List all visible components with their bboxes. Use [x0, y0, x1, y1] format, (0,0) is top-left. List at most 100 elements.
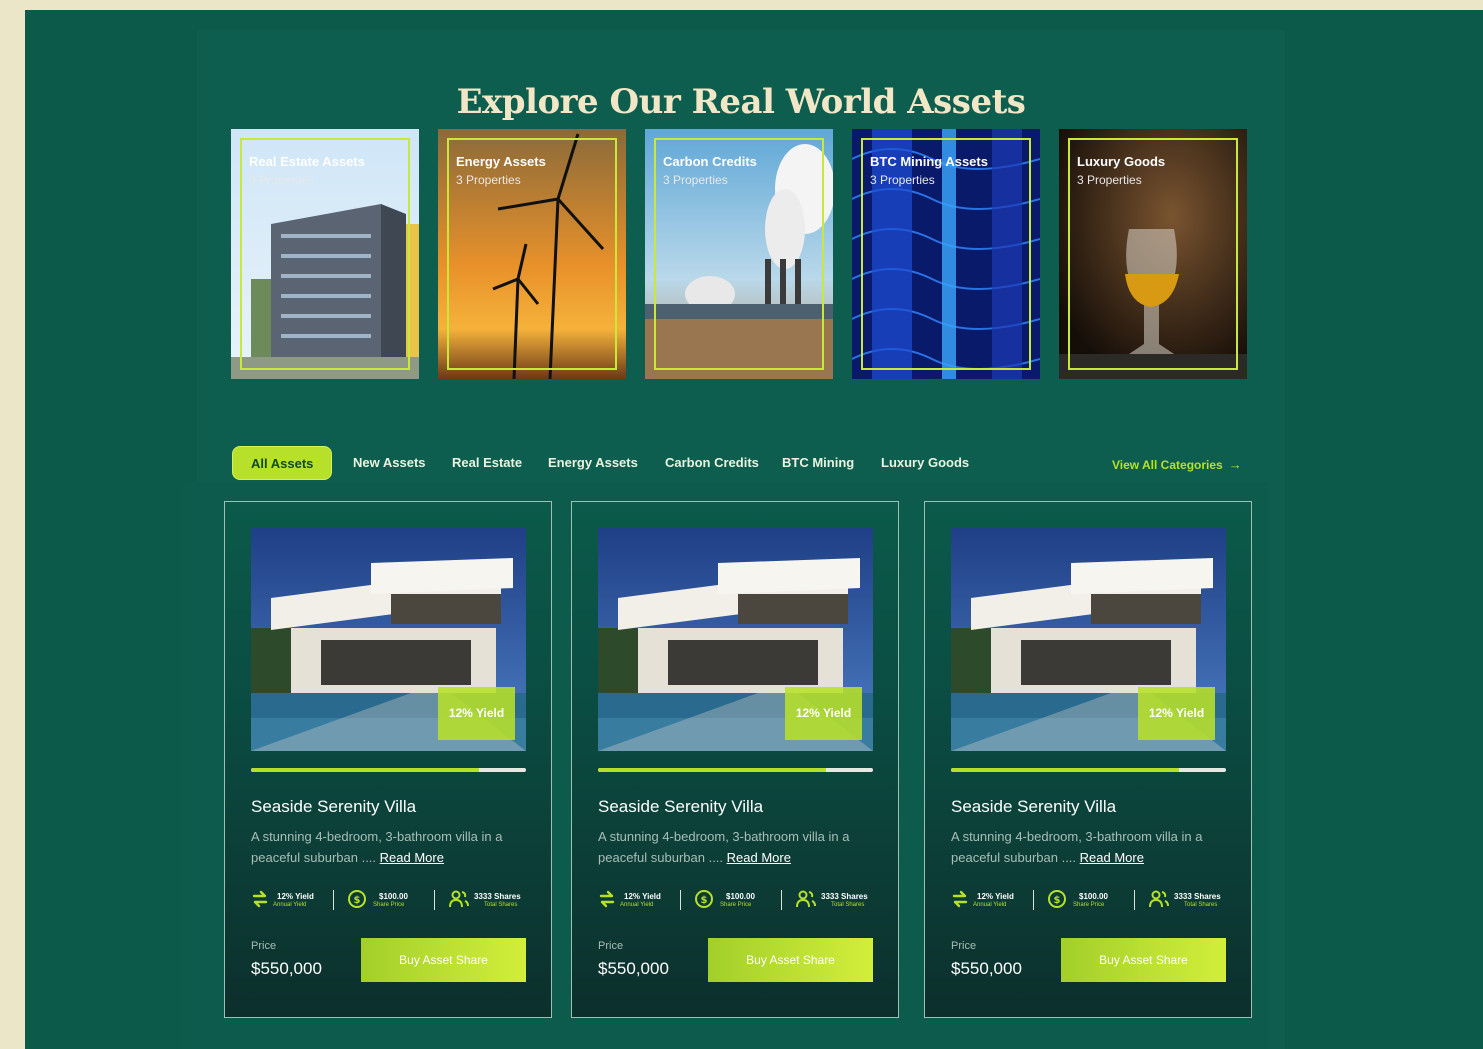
villa-photo: 12% Yield — [251, 528, 526, 751]
category-tile-energy[interactable]: Energy Assets 3 Properties — [438, 129, 626, 379]
stat-share-price: $ $100.00 Share Price — [694, 887, 774, 913]
stat-divider — [1033, 890, 1034, 910]
stat-value: 3333 Shares — [821, 892, 868, 901]
category-count: 3 Properties — [663, 173, 728, 187]
read-more-link[interactable]: Read More — [727, 850, 791, 865]
asset-title: Seaside Serenity Villa — [951, 797, 1117, 816]
tab-energy-assets[interactable]: Energy Assets — [548, 446, 638, 480]
stat-value: $100.00 — [379, 892, 408, 901]
stat-label: Annual Yield — [273, 902, 307, 908]
stat-value: 12% Yield — [977, 892, 1014, 901]
category-count: 3 Properties — [1077, 173, 1142, 187]
description-text: A stunning 4-bedroom, 3-bathroom villa i… — [251, 829, 503, 865]
yield-badge: 12% Yield — [1138, 687, 1215, 740]
yield-badge: 12% Yield — [785, 687, 862, 740]
stat-label: Annual Yield — [620, 902, 654, 908]
tab-luxury-goods[interactable]: Luxury Goods — [881, 446, 969, 480]
stat-value: 3333 Shares — [474, 892, 521, 901]
category-count: 3 Properties — [870, 173, 935, 187]
category-tile-real-estate[interactable]: Real Estate Assets 3 Properties — [231, 129, 419, 379]
buy-asset-share-button[interactable]: Buy Asset Share — [361, 938, 526, 982]
stat-value: 12% Yield — [277, 892, 314, 901]
stat-annual-yield: 12% Yield Annual Yield — [598, 887, 668, 913]
asset-stats: 12% Yield Annual Yield $ $100.00 Share P… — [951, 887, 1231, 913]
category-tile-btc-mining[interactable]: BTC Mining Assets 3 Properties — [852, 129, 1040, 379]
category-tile-luxury[interactable]: Luxury Goods 3 Properties — [1059, 129, 1247, 379]
villa-photo: 12% Yield — [598, 528, 873, 751]
stat-label: Share Price — [373, 902, 405, 908]
dollar-coin-icon: $ — [695, 890, 713, 908]
category-name: BTC Mining Assets — [870, 154, 988, 169]
category-name: Real Estate Assets — [249, 154, 365, 169]
asset-stats: 12% Yield Annual Yield $ $100.00 Share P… — [598, 887, 878, 913]
dollar-coin-icon: $ — [1048, 890, 1066, 908]
description-text: A stunning 4-bedroom, 3-bathroom villa i… — [598, 829, 850, 865]
read-more-link[interactable]: Read More — [1080, 850, 1144, 865]
price-label: Price — [598, 940, 624, 952]
category-count: 3 Properties — [456, 173, 521, 187]
stat-divider — [680, 890, 681, 910]
swap-arrows-icon — [252, 890, 268, 908]
view-all-categories-link[interactable]: View All Categories → — [1112, 457, 1242, 472]
tab-real-estate[interactable]: Real Estate — [452, 446, 522, 480]
buy-asset-share-button[interactable]: Buy Asset Share — [708, 938, 873, 982]
category-tile-carbon[interactable]: Carbon Credits 3 Properties — [645, 129, 833, 379]
funding-progress-bar — [951, 768, 1226, 772]
stat-total-shares: 3333 Shares Total Shares — [448, 887, 532, 913]
stat-annual-yield: 12% Yield Annual Yield — [951, 887, 1021, 913]
asset-title: Seaside Serenity Villa — [251, 797, 417, 816]
category-name: Carbon Credits — [663, 154, 757, 169]
stat-divider — [1134, 890, 1135, 910]
stat-share-price: $ $100.00 Share Price — [347, 887, 427, 913]
progress-fill — [598, 768, 827, 772]
stat-annual-yield: 12% Yield Annual Yield — [251, 887, 321, 913]
progress-fill — [251, 768, 480, 772]
stat-divider — [434, 890, 435, 910]
price-value: $550,000 — [951, 959, 1022, 978]
funding-progress-bar — [251, 768, 526, 772]
stat-total-shares: 3333 Shares Total Shares — [1148, 887, 1232, 913]
swap-arrows-icon — [599, 890, 615, 908]
swap-arrows-icon — [952, 890, 968, 908]
dollar-coin-icon: $ — [348, 890, 366, 908]
villa-photo: 12% Yield — [951, 528, 1226, 751]
users-icon — [1149, 890, 1169, 908]
stat-share-price: $ $100.00 Share Price — [1047, 887, 1127, 913]
category-count: 3 Properties — [249, 173, 314, 187]
users-icon — [796, 890, 816, 908]
price-label: Price — [951, 940, 977, 952]
stat-label: Annual Yield — [973, 902, 1007, 908]
read-more-link[interactable]: Read More — [380, 850, 444, 865]
buy-asset-share-button[interactable]: Buy Asset Share — [1061, 938, 1226, 982]
yield-badge: 12% Yield — [438, 687, 515, 740]
tab-btc-mining[interactable]: BTC Mining — [782, 446, 854, 480]
stat-value: 3333 Shares — [1174, 892, 1221, 901]
asset-card: 12% Yield Seaside Serenity Villa A stunn… — [924, 501, 1252, 1018]
funding-progress-bar — [598, 768, 873, 772]
asset-description: A stunning 4-bedroom, 3-bathroom villa i… — [598, 826, 883, 868]
tab-carbon-credits[interactable]: Carbon Credits — [665, 446, 759, 480]
stat-value: $100.00 — [1079, 892, 1108, 901]
svg-text:$: $ — [354, 895, 361, 906]
stat-label: Total Shares — [484, 902, 518, 908]
stat-label: Share Price — [1073, 902, 1105, 908]
svg-text:$: $ — [701, 895, 708, 906]
stat-divider — [781, 890, 782, 910]
category-name: Energy Assets — [456, 154, 546, 169]
tab-all-assets[interactable]: All Assets — [232, 446, 333, 480]
asset-description: A stunning 4-bedroom, 3-bathroom villa i… — [951, 826, 1236, 868]
stat-divider — [333, 890, 334, 910]
tab-new-assets[interactable]: New Assets — [353, 446, 426, 480]
stat-label: Total Shares — [831, 902, 865, 908]
asset-card: 12% Yield Seaside Serenity Villa A stunn… — [571, 501, 899, 1018]
description-text: A stunning 4-bedroom, 3-bathroom villa i… — [951, 829, 1203, 865]
stat-label: Total Shares — [1184, 902, 1218, 908]
asset-card: 12% Yield Seaside Serenity Villa A stunn… — [224, 501, 552, 1018]
price-value: $550,000 — [598, 959, 669, 978]
asset-title: Seaside Serenity Villa — [598, 797, 764, 816]
view-all-label: View All Categories — [1112, 458, 1223, 472]
asset-description: A stunning 4-bedroom, 3-bathroom villa i… — [251, 826, 536, 868]
stat-value: $100.00 — [726, 892, 755, 901]
price-label: Price — [251, 940, 277, 952]
stat-value: 12% Yield — [624, 892, 661, 901]
